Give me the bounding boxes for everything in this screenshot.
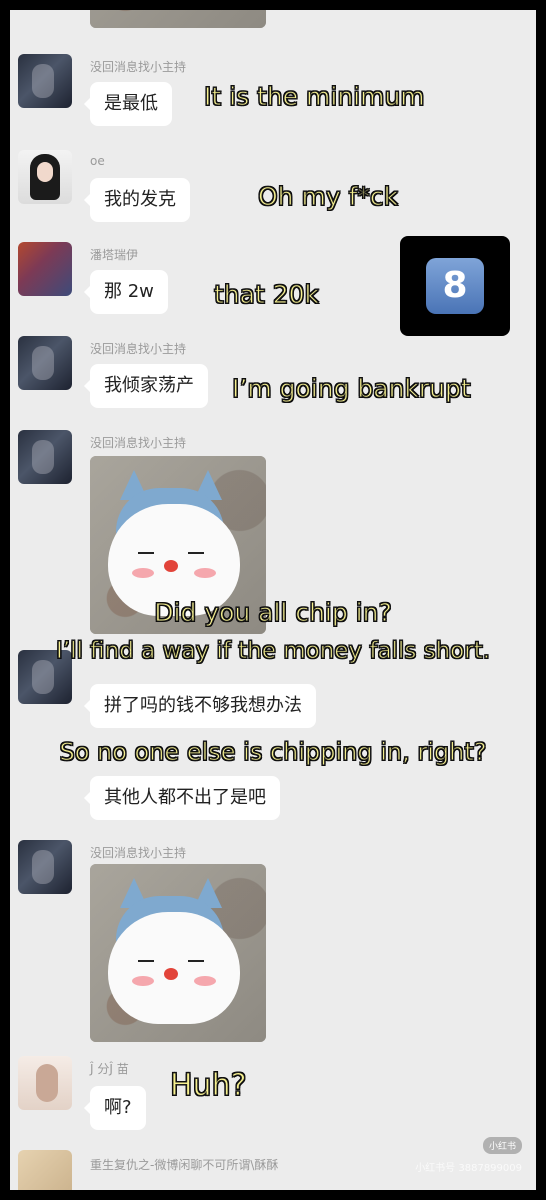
caption-overlay: Did you all chip in? [154,598,392,628]
caption-overlay: I’ll find a way if the money falls short… [55,638,491,665]
message-bubble[interactable]: 其他人都不出了是吧 [84,776,280,820]
sender-name: 没回消息找小主持 [90,342,187,356]
caption-overlay: So no one else is chipping in, right? [59,738,487,767]
xiaohongshu-logo: 小红书 [482,1137,522,1154]
message-bubble[interactable]: 我的发克 [84,178,190,222]
sender-name: 没回消息找小主持 [90,846,187,860]
keycap-emoji-badge: 8 [400,236,510,336]
avatar[interactable] [18,1150,72,1190]
caption-overlay: Oh my f*ck [257,182,399,212]
cat-sticker[interactable] [90,864,266,1042]
avatar[interactable] [18,242,72,296]
keycap-eight-icon: 8 [426,258,484,314]
avatar[interactable] [18,150,72,204]
chat-screen: 没回消息找小主持 是最低 oe 我的发克 潘塔瑞伊 那 2w 没回消息找小主持 … [10,10,536,1190]
sender-name: oe [90,154,105,168]
message-bubble[interactable]: 是最低 [84,82,172,126]
sender-name: 潘塔瑞伊 [90,248,139,262]
message-bubble[interactable]: 啊? [84,1086,146,1130]
watermark-id: 小红书号 3887899009 [415,1163,522,1174]
message-bubble[interactable]: 我倾家荡产 [84,364,208,408]
caption-overlay: I’m going bankrupt [232,374,472,404]
caption-overlay: that 20k [213,280,320,310]
caption-overlay: Huh? [170,1068,248,1104]
sticker-image-partial[interactable] [90,10,266,28]
message-bubble[interactable]: 那 2w [84,270,168,314]
avatar[interactable] [18,336,72,390]
sender-name: 重生复仇之-微博闲聊不可所谓\酥酥 [90,1158,279,1172]
sender-name: 没回消息找小主持 [90,60,187,74]
sender-name: 没回消息找小主持 [90,436,187,450]
avatar[interactable] [18,54,72,108]
avatar[interactable] [18,430,72,484]
avatar[interactable] [18,840,72,894]
message-bubble[interactable]: 拼了吗的钱不够我想办法 [84,684,316,728]
caption-overlay: It is the minimum [204,82,426,112]
avatar[interactable] [18,1056,72,1110]
sender-name: Ĵ 分Ĵ 苗 [90,1062,129,1076]
